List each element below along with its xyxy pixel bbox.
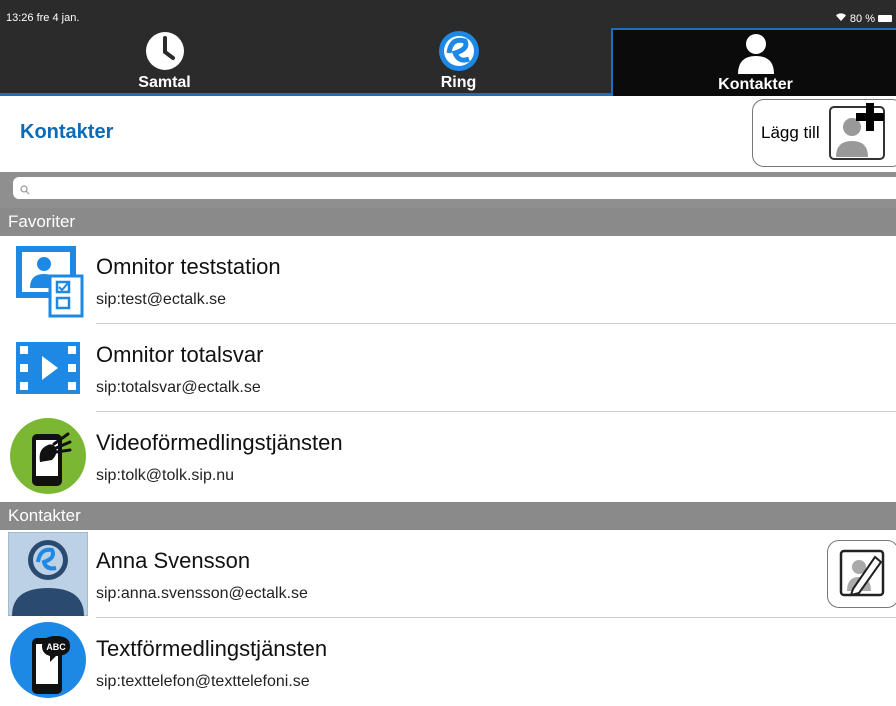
list-item[interactable]: Videoförmedlingstjänsten sip:tolk@tolk.s… (0, 412, 896, 500)
page-header: Kontakter Lägg till (0, 96, 896, 172)
contact-address: sip:tolk@tolk.sip.nu (96, 467, 235, 484)
section-header-contacts: Kontakter (0, 502, 896, 530)
video-film-icon (8, 332, 88, 404)
add-contact-button[interactable]: Lägg till (752, 99, 896, 167)
contact-address: sip:test@ectalk.se (96, 291, 227, 308)
list-item[interactable]: ABC Textförmedlingstjänsten sip:texttele… (0, 618, 896, 706)
svg-text:ABC: ABC (46, 642, 66, 652)
battery-icon (878, 15, 892, 22)
battery-percent: 80 % (849, 12, 875, 25)
tab-kontakter[interactable]: Kontakter (611, 28, 896, 96)
person-icon (736, 32, 776, 74)
section-title: Kontakter (8, 506, 81, 525)
section-title: Favoriter (8, 212, 76, 231)
wifi-icon (835, 12, 847, 25)
edit-contact-button[interactable] (827, 540, 896, 608)
contact-address: sip:texttelefon@texttelefoni.se (96, 673, 310, 690)
tab-samtal[interactable]: Samtal (15, 28, 314, 94)
tab-label: Kontakter (718, 76, 793, 93)
tab-ring[interactable]: Ring (309, 28, 608, 94)
search-bar (0, 172, 896, 208)
contact-address: sip:totalsvar@ectalk.se (96, 379, 261, 396)
add-contact-label: Lägg till (761, 123, 820, 142)
teststation-icon (8, 244, 88, 318)
list-item[interactable]: Omnitor teststation sip:test@ectalk.se (0, 236, 896, 324)
abc-phone-icon: ABC (8, 622, 88, 698)
ectalk-logo-icon (437, 30, 481, 72)
contact-avatar-icon (8, 532, 88, 616)
search-icon (20, 182, 30, 200)
contact-name: Omnitor teststation (96, 254, 281, 279)
contact-address: sip:anna.svensson@ectalk.se (96, 585, 308, 602)
clock-icon (144, 30, 186, 72)
list-item[interactable]: Omnitor totalsvar sip:totalsvar@ectalk.s… (0, 324, 896, 412)
search-input[interactable] (13, 177, 896, 199)
contact-name: Anna Svensson (96, 548, 251, 573)
tab-label: Ring (440, 74, 477, 91)
tab-label: Samtal (138, 74, 191, 91)
contact-name: Videoförmedlingstjänsten (96, 430, 343, 455)
page-title: Kontakter (20, 121, 114, 143)
status-indicators: 80 % (835, 12, 892, 25)
status-time: 13:26 fre 4 jan. (6, 12, 80, 24)
contact-name: Textförmedlingstjänsten (96, 636, 328, 661)
edit-pencil-icon (839, 547, 887, 602)
section-header-favorites: Favoriter (0, 208, 896, 236)
top-navigation-bar: 13:26 fre 4 jan. 80 % Samtal Ring Kontak… (0, 0, 896, 96)
contact-name: Omnitor totalsvar (96, 342, 264, 367)
add-person-icon (828, 101, 890, 166)
list-item[interactable]: Anna Svensson sip:anna.svensson@ectalk.s… (0, 530, 896, 618)
sign-language-phone-icon (8, 418, 88, 494)
